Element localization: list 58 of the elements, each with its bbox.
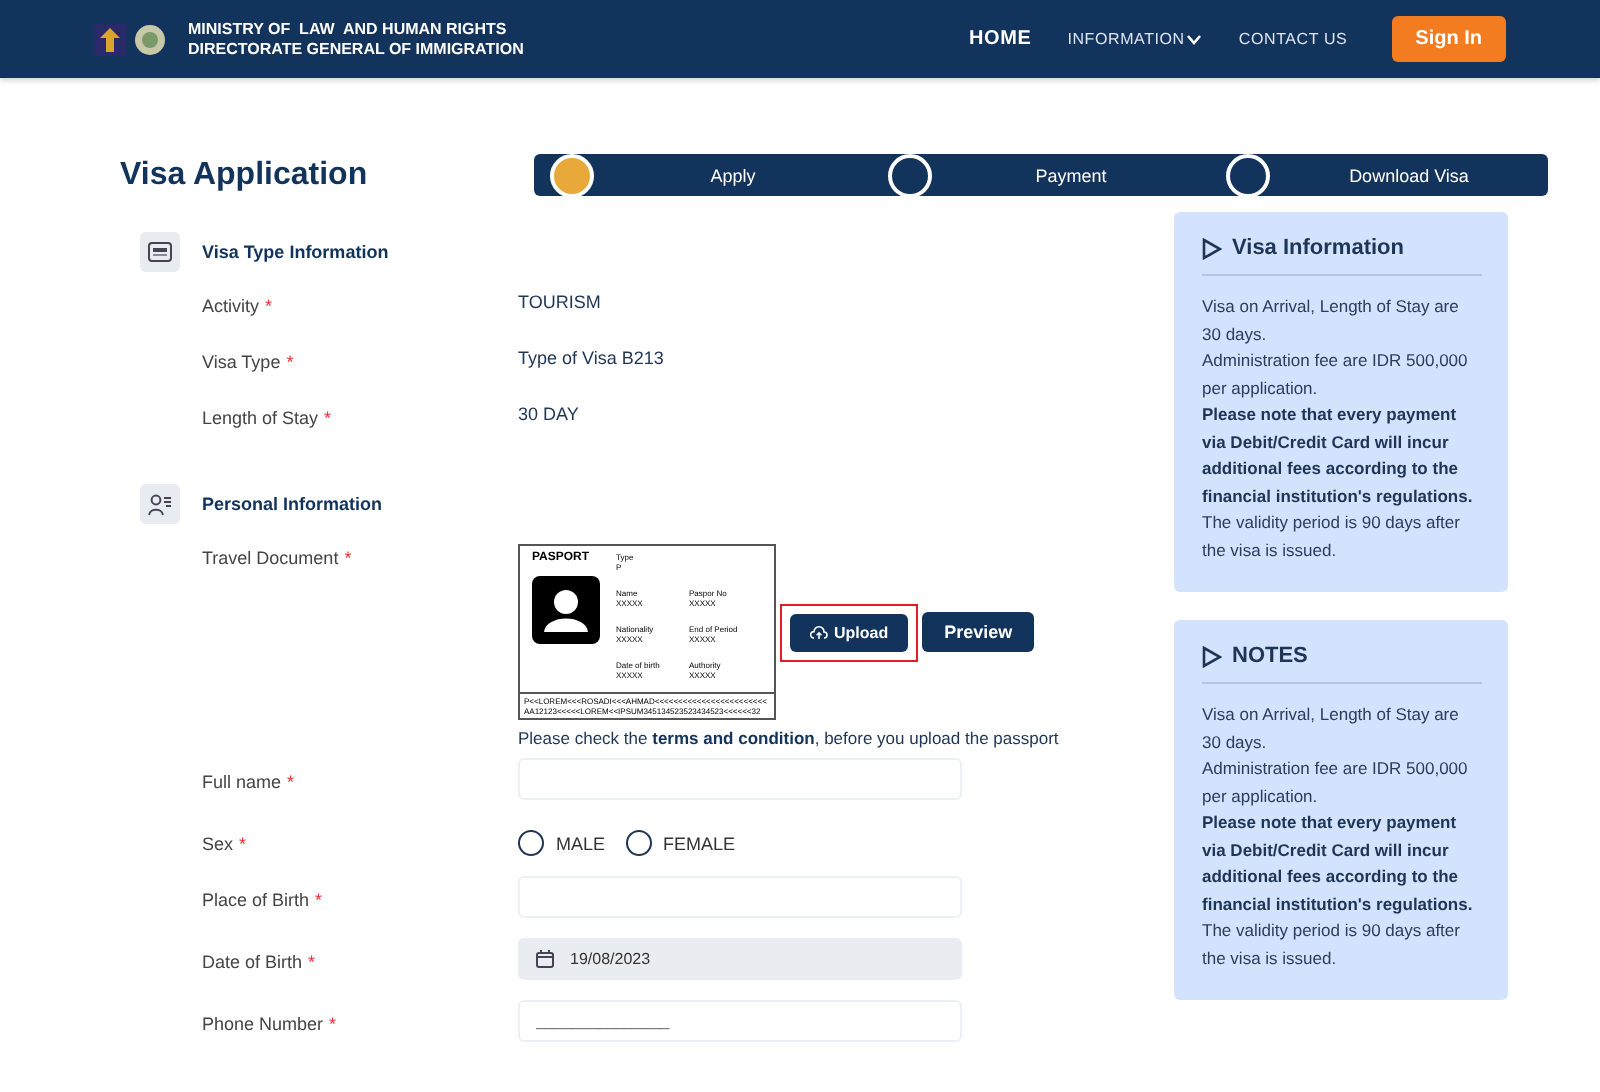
section-title: Personal Information [202, 494, 383, 514]
field-label: Length of Stay [202, 408, 319, 428]
field-label: Date of Birth [202, 952, 303, 972]
radio-label: FEMALE [663, 833, 736, 853]
required-marker: * [287, 772, 295, 792]
required-marker: * [239, 834, 247, 854]
panel-text: Please note that every payment via Debit/Credit Card will incur additional fees according to the financial institution's regulations. [1202, 810, 1475, 918]
field-label: Activity [202, 296, 260, 316]
preview-button[interactable]: Preview [922, 612, 1035, 652]
section-title: Visa Type Information [202, 242, 389, 262]
input-field[interactable]: _______________ [518, 1000, 962, 1042]
panel-text: The validity period is 90 days after the visa is issued. [1202, 510, 1462, 563]
radio-button[interactable] [518, 830, 544, 856]
upload-note: Please check the terms and condition, before you upload the passport [518, 728, 1061, 748]
field-label: Place of Birth [202, 890, 310, 910]
cloud-upload-icon [810, 625, 828, 639]
field-value: TOURISM [518, 292, 601, 312]
required-marker: * [308, 952, 316, 972]
panel-title: Visa Information [1232, 236, 1404, 260]
field-label: Sex [202, 834, 234, 854]
upload-button[interactable]: Upload [790, 613, 909, 651]
required-marker: * [324, 408, 332, 428]
panel-title: NOTES [1232, 644, 1308, 668]
nav-link[interactable]: INFORMATION [1067, 30, 1203, 48]
field-label: Travel Document [202, 548, 339, 568]
step-label: Apply [708, 165, 758, 185]
field-label: Phone Number [202, 1014, 324, 1034]
step-label: Payment [1033, 165, 1109, 185]
panel-text: Administration fee are IDR 500,000 per application. [1202, 348, 1470, 402]
nav-link[interactable]: HOME [968, 28, 1032, 50]
panel-text: Visa on Arrival, Length of Stay are 30 days. [1202, 702, 1461, 756]
required-marker: * [344, 548, 352, 568]
nav-link[interactable]: CONTACT US [1238, 30, 1348, 48]
radio-button[interactable] [625, 830, 652, 856]
panel-text: Administration fee are IDR 500,000 per application. [1202, 756, 1470, 810]
field-value: Type of Visa B213 [518, 348, 664, 368]
required-marker: * [315, 890, 323, 910]
field-label: Full name [202, 772, 282, 792]
triangle-right-icon [1202, 237, 1222, 259]
panel-text: The validity period is 90 days after the visa is issued. [1202, 918, 1462, 971]
panel-text: Please note that every payment via Debit/Credit Card will incur additional fees according to the financial institution's regulations. [1202, 402, 1475, 510]
emblem-logo [94, 23, 170, 55]
person-list-icon [148, 493, 172, 515]
radio-label: MALE [556, 833, 606, 853]
person-silhouette-icon [532, 576, 600, 644]
required-marker: * [265, 296, 273, 316]
calendar-icon [536, 950, 554, 968]
field-value: 30 DAY [518, 404, 579, 424]
directorate-name: DIRECTORATE GENERAL OF IMMIGRATION [188, 39, 524, 59]
panel-text: Visa on Arrival, Length of Stay are 30 days. [1202, 294, 1461, 348]
field-label: Visa Type [202, 352, 281, 372]
triangle-right-icon [1202, 645, 1222, 667]
required-marker: * [286, 352, 294, 372]
step-label: Download Visa [1347, 165, 1471, 185]
ministry-name: MINISTRY OF LAW AND HUMAN RIGHTS [188, 19, 509, 39]
page-title: Visa Application [120, 157, 370, 193]
required-marker: * [329, 1014, 337, 1034]
visa-card-icon [148, 242, 172, 262]
